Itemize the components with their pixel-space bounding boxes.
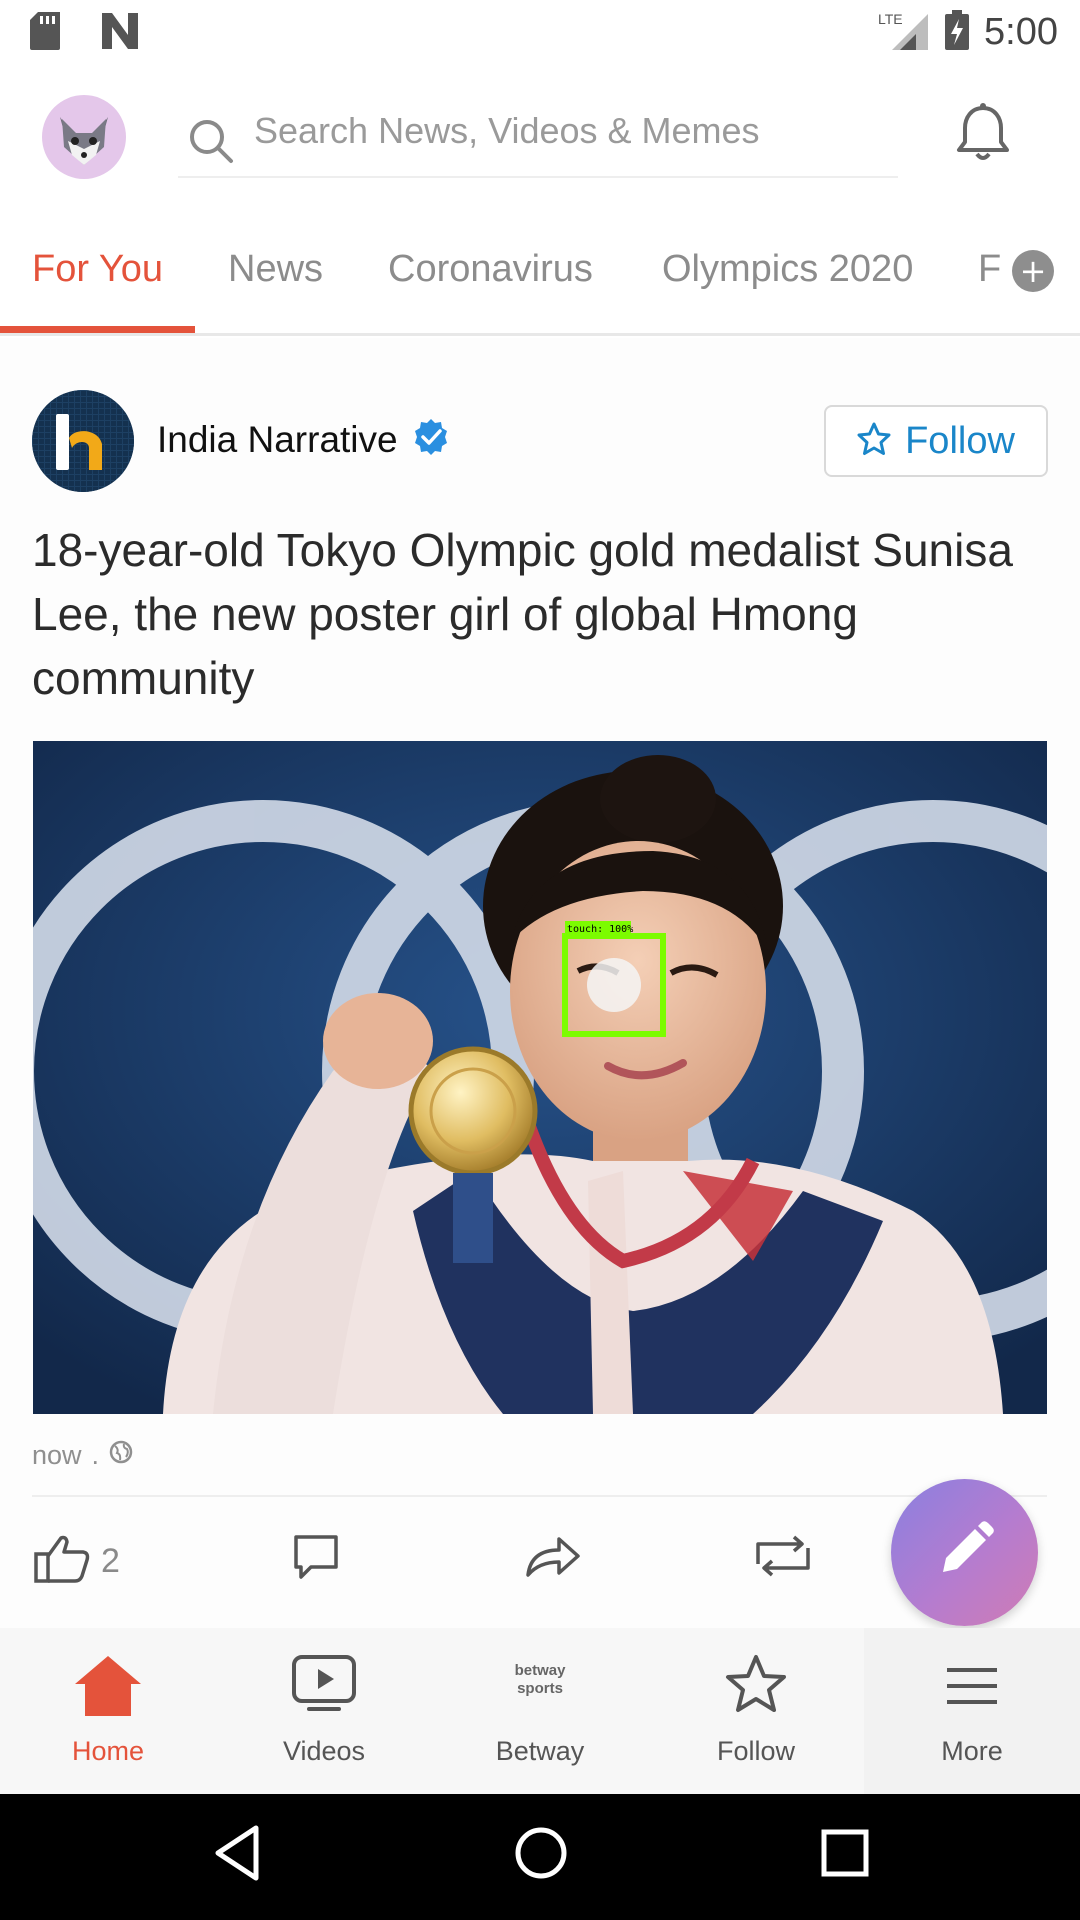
repost-button[interactable]	[752, 1534, 814, 1583]
share-arrow-icon	[525, 1534, 581, 1583]
status-bar: LTE 5:00	[0, 0, 1080, 64]
svg-text:sports: sports	[517, 1680, 563, 1697]
menu-icon	[945, 1666, 999, 1711]
verified-badge-icon	[412, 418, 450, 461]
battery-charging-icon	[944, 10, 970, 55]
active-tab-indicator	[0, 326, 195, 333]
fox-avatar-icon[interactable]	[42, 95, 126, 179]
nav-home-label: Home	[71, 1736, 145, 1766]
star-outline-icon	[857, 422, 891, 461]
meta-separator: .	[91, 1440, 100, 1470]
svg-text:betway: betway	[515, 1662, 567, 1679]
recents-icon[interactable]	[820, 1824, 870, 1887]
bottom-navigation: Home Videos betway sports Betway Follow M…	[0, 1628, 1080, 1794]
publisher-name[interactable]: India Narrative	[157, 419, 398, 461]
search-input[interactable]: Search News, Videos & Memes	[254, 110, 760, 152]
nav-more-label: More	[941, 1736, 1003, 1766]
nav-more[interactable]: More	[864, 1628, 1080, 1794]
touch-overlay-label: touch: 100%	[567, 924, 633, 935]
tab-olympics-2020[interactable]: Olympics 2020	[662, 248, 913, 291]
repost-icon	[752, 1534, 814, 1583]
search-bar[interactable]: Search News, Videos & Memes	[178, 86, 898, 178]
search-icon	[188, 118, 234, 169]
nav-videos[interactable]: Videos	[216, 1628, 432, 1794]
star-icon	[725, 1654, 787, 1719]
post-image[interactable]: touch: 100%	[33, 741, 1047, 1414]
news-card: India Narrative Follow 18-year-old Tokyo…	[0, 338, 1080, 1628]
publisher-logo[interactable]	[32, 390, 134, 492]
system-navigation-bar	[0, 1794, 1080, 1920]
back-icon[interactable]	[212, 1824, 262, 1887]
nav-betway[interactable]: betway sports Betway	[432, 1628, 648, 1794]
home-icon	[73, 1654, 143, 1723]
category-tabs: For You News Coronavirus Olympics 2020 F…	[0, 214, 1080, 336]
comment-button[interactable]	[293, 1534, 339, 1585]
tab-coronavirus[interactable]: Coronavirus	[388, 248, 593, 291]
home-circle-icon[interactable]	[514, 1824, 568, 1887]
globe-icon	[109, 1440, 133, 1471]
post-timestamp: now	[32, 1440, 82, 1470]
nav-betway-label: Betway	[495, 1736, 585, 1766]
post-meta: now .	[32, 1440, 133, 1471]
follow-button-label: Follow	[905, 419, 1015, 462]
status-time: 5:00	[984, 11, 1058, 53]
nav-follow-label: Follow	[716, 1736, 796, 1766]
tab-partial[interactable]: F	[978, 248, 1001, 291]
share-button[interactable]	[525, 1534, 581, 1583]
like-count: 2	[101, 1542, 120, 1580]
thumbs-up-icon	[33, 1534, 91, 1589]
like-button[interactable]: 2	[33, 1534, 120, 1589]
betway-sports-logo: betway sports	[505, 1660, 575, 1705]
pencil-icon	[935, 1520, 995, 1585]
add-tab-icon[interactable]: +	[1012, 250, 1054, 292]
n-notification-icon	[100, 13, 140, 54]
post-headline[interactable]: 18-year-old Tokyo Olympic gold medalist …	[32, 518, 1032, 710]
follow-button[interactable]: Follow	[824, 405, 1048, 477]
tab-for-you[interactable]: For You	[32, 248, 163, 291]
bell-icon[interactable]	[955, 102, 1011, 167]
video-icon	[291, 1654, 357, 1719]
comment-icon	[293, 1534, 339, 1585]
compose-button[interactable]	[891, 1479, 1038, 1626]
nav-videos-label: Videos	[282, 1736, 366, 1766]
sd-card-icon	[30, 12, 62, 55]
tab-news[interactable]: News	[228, 248, 323, 291]
app-header: Search News, Videos & Memes	[0, 64, 1080, 214]
nav-follow[interactable]: Follow	[648, 1628, 864, 1794]
signal-icon: LTE	[878, 10, 930, 55]
nav-home[interactable]: Home	[0, 1628, 216, 1794]
svg-text:LTE: LTE	[878, 11, 903, 27]
